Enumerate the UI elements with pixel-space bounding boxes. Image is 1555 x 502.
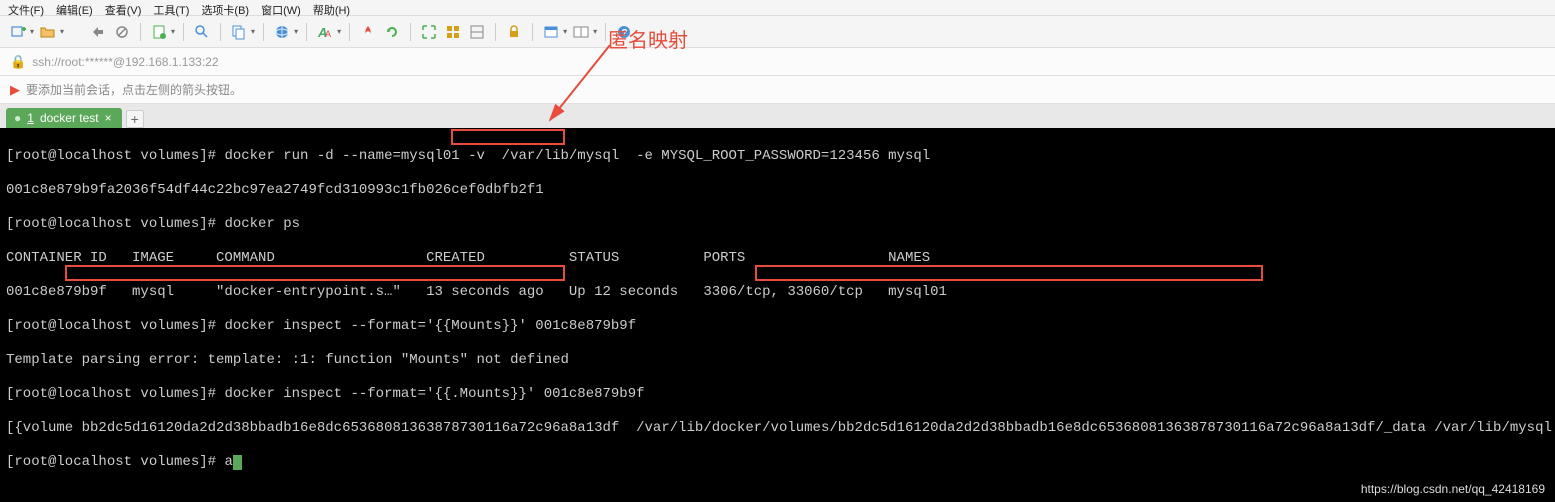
menu-tabs[interactable]: 选项卡(B) bbox=[201, 2, 249, 13]
terminal-line: CONTAINER ID IMAGE COMMAND CREATED STATU… bbox=[6, 250, 1549, 267]
menu-tools[interactable]: 工具(T) bbox=[153, 2, 189, 13]
dropdown-arrow-icon[interactable]: ▾ bbox=[593, 27, 597, 36]
terminal-line: [{volume bb2dc5d16120da2d2d38bbadb16e8dc… bbox=[6, 420, 1549, 437]
grid-icon[interactable] bbox=[443, 22, 463, 42]
tab-docker-test[interactable]: ● 1 docker test × bbox=[6, 108, 122, 128]
dropdown-arrow-icon[interactable]: ▾ bbox=[171, 27, 175, 36]
separator bbox=[140, 23, 141, 41]
cursor bbox=[233, 455, 242, 470]
separator bbox=[495, 23, 496, 41]
expand-icon[interactable] bbox=[419, 22, 439, 42]
address-text: ssh://root:******@192.168.1.133:22 bbox=[32, 55, 218, 69]
address-bar[interactable]: 🔒 ssh://root:******@192.168.1.133:22 bbox=[0, 48, 1555, 76]
svg-text:A: A bbox=[325, 29, 331, 39]
globe-icon[interactable] bbox=[272, 22, 292, 42]
lock-icon[interactable] bbox=[504, 22, 524, 42]
tab-bar: ● 1 docker test × + bbox=[0, 104, 1555, 128]
terminal-line: [root@localhost volumes]# docker inspect… bbox=[6, 318, 1549, 335]
open-folder-icon[interactable] bbox=[38, 22, 58, 42]
dropdown-arrow-icon[interactable]: ▾ bbox=[563, 27, 567, 36]
font-icon[interactable]: AA bbox=[315, 22, 335, 42]
separator bbox=[349, 23, 350, 41]
window-arrange-icon[interactable] bbox=[571, 22, 591, 42]
tab-title: docker test bbox=[40, 111, 99, 125]
dropdown-arrow-icon[interactable]: ▾ bbox=[60, 27, 64, 36]
refresh-icon[interactable] bbox=[382, 22, 402, 42]
menu-help[interactable]: 帮助(H) bbox=[313, 2, 350, 13]
menu-bar: 文件(F) 编辑(E) 查看(V) 工具(T) 选项卡(B) 窗口(W) 帮助(… bbox=[0, 0, 1555, 16]
menu-file[interactable]: 文件(F) bbox=[8, 2, 44, 13]
copy-icon[interactable] bbox=[229, 22, 249, 42]
terminal-line: [root@localhost volumes]# docker ps bbox=[6, 216, 1549, 233]
separator bbox=[220, 23, 221, 41]
flag-icon[interactable]: ▶ bbox=[10, 82, 20, 98]
collapse-icon[interactable] bbox=[467, 22, 487, 42]
hint-bar: ▶ 要添加当前会话，点击左侧的箭头按钮。 bbox=[0, 76, 1555, 104]
dropdown-arrow-icon[interactable]: ▾ bbox=[294, 27, 298, 36]
highlight-box bbox=[65, 265, 565, 281]
dropdown-arrow-icon[interactable]: ▾ bbox=[30, 27, 34, 36]
separator bbox=[410, 23, 411, 41]
separator bbox=[183, 23, 184, 41]
lock-icon: 🔒 bbox=[10, 54, 26, 70]
separator bbox=[605, 23, 606, 41]
terminal[interactable]: [root@localhost volumes]# docker run -d … bbox=[0, 128, 1555, 502]
add-tab-button[interactable]: + bbox=[126, 110, 144, 128]
close-icon[interactable]: × bbox=[105, 111, 112, 125]
toolbar: ▾ ▾ ▾ ▾ ▾ AA ▾ ▾ ▾ ? bbox=[0, 16, 1555, 48]
help-icon[interactable]: ? bbox=[614, 22, 634, 42]
menu-view[interactable]: 查看(V) bbox=[105, 2, 142, 13]
flame-icon[interactable] bbox=[358, 22, 378, 42]
menu-window[interactable]: 窗口(W) bbox=[261, 2, 301, 13]
new-session-icon[interactable] bbox=[8, 22, 28, 42]
dropdown-arrow-icon[interactable]: ▾ bbox=[337, 27, 341, 36]
watermark: https://blog.csdn.net/qq_42418169 bbox=[1361, 482, 1545, 496]
separator bbox=[532, 23, 533, 41]
separator bbox=[68, 16, 84, 48]
separator bbox=[306, 23, 307, 41]
search-icon[interactable] bbox=[192, 22, 212, 42]
svg-text:?: ? bbox=[622, 28, 628, 39]
terminal-line: [root@localhost volumes]# docker run -d … bbox=[6, 148, 1549, 165]
terminal-line: 001c8e879b9fa2036f54df44c22bc97ea2749fcd… bbox=[6, 182, 1549, 199]
terminal-line: Template parsing error: template: :1: fu… bbox=[6, 352, 1549, 369]
highlight-box bbox=[451, 129, 565, 145]
terminal-line: [root@localhost volumes]# docker inspect… bbox=[6, 386, 1549, 403]
menu-edit[interactable]: 编辑(E) bbox=[56, 2, 93, 13]
properties-icon[interactable] bbox=[149, 22, 169, 42]
separator bbox=[263, 23, 264, 41]
reconnect-icon[interactable] bbox=[88, 22, 108, 42]
terminal-line: [root@localhost volumes]# a bbox=[6, 454, 1549, 471]
dropdown-arrow-icon[interactable]: ▾ bbox=[251, 27, 255, 36]
hint-text: 要添加当前会话，点击左侧的箭头按钮。 bbox=[26, 81, 242, 98]
window-icon[interactable] bbox=[541, 22, 561, 42]
highlight-box bbox=[755, 265, 1263, 281]
tab-number: 1 bbox=[27, 111, 34, 125]
terminal-line: 001c8e879b9f mysql "docker-entrypoint.s…… bbox=[6, 284, 1549, 301]
disconnect-icon[interactable] bbox=[112, 22, 132, 42]
